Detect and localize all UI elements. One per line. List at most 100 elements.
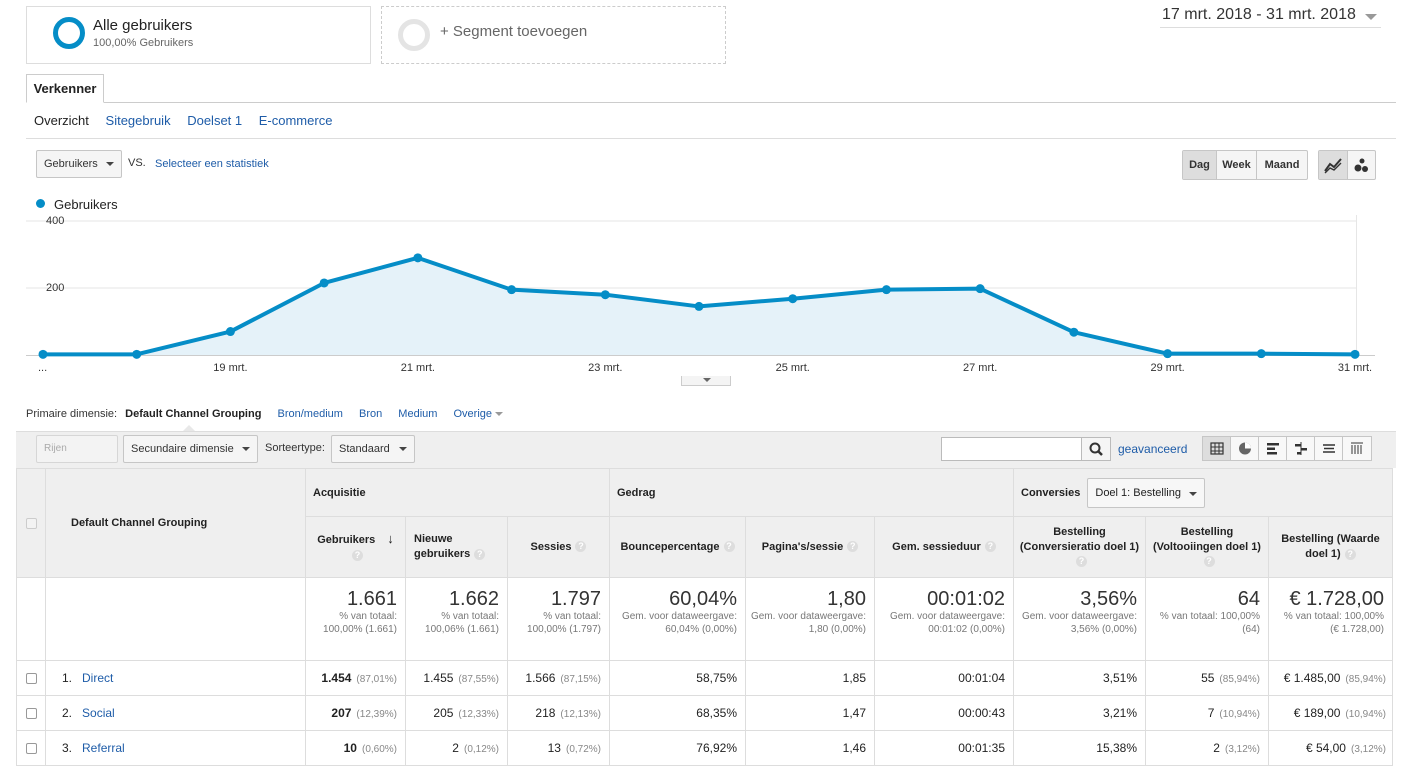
- chevron-down-icon: [703, 378, 711, 382]
- total-bounce: 60,04% Gem. voor dataweergave: 60,04% (0,…: [609, 577, 746, 661]
- help-icon[interactable]: ?: [723, 541, 735, 553]
- data-point: [1350, 349, 1360, 359]
- col-conv-rate[interactable]: Bestelling (Conversieratio doel 1)?: [1013, 516, 1146, 578]
- row-sessions-value: 13: [547, 741, 561, 755]
- select-metric-link[interactable]: Selecteer een statistiek: [155, 158, 269, 170]
- view-performance-button[interactable]: [1259, 437, 1287, 460]
- segment-ring-icon: [53, 17, 85, 49]
- segment-all-users[interactable]: Alle gebruikers 100,00% Gebruikers: [26, 6, 371, 64]
- view-data-button[interactable]: [1203, 437, 1231, 460]
- row-new-users-pct: (0,12%): [463, 744, 499, 755]
- row-users-pct: (87,01%): [356, 674, 397, 685]
- row-sessions: 1.566 (87,15%): [507, 660, 610, 696]
- row-bounce: 58,75%: [609, 660, 746, 696]
- total-completions-value: 64: [1237, 588, 1260, 610]
- pie-chart-icon: [1239, 442, 1251, 455]
- dimension-source[interactable]: Bron: [359, 408, 382, 420]
- row-completions-pct: (3,12%): [1224, 744, 1260, 755]
- help-icon[interactable]: ?: [575, 541, 587, 553]
- secondary-dimension-select[interactable]: Secundaire dimensie: [123, 435, 258, 463]
- help-icon[interactable]: ?: [847, 541, 859, 553]
- col-new-users[interactable]: Nieuwe gebruikers?: [405, 516, 508, 578]
- data-point: [225, 327, 235, 337]
- legend-label: Gebruikers: [54, 197, 118, 212]
- line-chart-button[interactable]: [1319, 151, 1348, 179]
- granularity-day-button[interactable]: Dag: [1183, 151, 1217, 179]
- col-users[interactable]: Gebruikers ↓?: [305, 516, 406, 578]
- row-pages: 1,85: [745, 660, 875, 696]
- chart-type-toggle: [1318, 150, 1376, 180]
- row-index: 2.: [62, 706, 73, 720]
- total-pages: 1,80 Gem. voor dataweergave: 1,80 (0,00%): [745, 577, 875, 661]
- search-button[interactable]: [1081, 437, 1111, 461]
- total-new-users: 1.662% van totaal: 100,06% (1.661): [405, 577, 508, 661]
- subtab-site-usage[interactable]: Sitegebruik: [106, 113, 171, 128]
- help-icon[interactable]: ?: [1076, 556, 1087, 568]
- collapse-chart-toggle[interactable]: [681, 376, 731, 386]
- x-tick-label: ...: [38, 362, 47, 374]
- metric-select[interactable]: Gebruikers: [36, 150, 122, 178]
- chevron-down-icon: [495, 412, 504, 417]
- row-index: 3.: [62, 741, 73, 755]
- select-all-checkbox[interactable]: [25, 517, 37, 529]
- subtab-goal-set-1[interactable]: Doelset 1: [187, 113, 242, 128]
- total-conv-rate: 3,56% Gem. voor dataweergave: 3,56% (0,00…: [1013, 577, 1146, 661]
- row-bounce: 68,35%: [609, 695, 746, 731]
- view-term-cloud-button[interactable]: [1315, 437, 1343, 460]
- help-icon[interactable]: ?: [1344, 548, 1356, 560]
- dimension-header[interactable]: Default Channel Grouping: [45, 468, 306, 578]
- y-tick-label: 200: [46, 282, 64, 294]
- col-pages[interactable]: Pagina's/sessie?: [745, 516, 875, 578]
- total-sessions-value: 1.797: [550, 588, 601, 610]
- col-users-label: Gebruikers: [317, 534, 376, 546]
- add-segment-button[interactable]: + Segment toevoegen: [381, 6, 726, 64]
- goal-select[interactable]: Doel 1: Bestelling: [1087, 477, 1206, 508]
- users-line-chart: 400 200... 19 mrt. 21 mrt. 23 mrt. 25 mrt. 27 …: [26, 215, 1375, 374]
- granularity-month-button[interactable]: Maand: [1257, 151, 1307, 179]
- col-completions[interactable]: Bestelling (Voltooiingen doel 1)?: [1145, 516, 1269, 578]
- total-completions: 64% van totaal: 100,00% (64): [1145, 577, 1269, 661]
- help-icon[interactable]: ?: [352, 549, 363, 561]
- granularity-week-button[interactable]: Week: [1217, 151, 1257, 179]
- dimension-default-channel-grouping[interactable]: Default Channel Grouping: [125, 408, 261, 420]
- table-search-input[interactable]: [941, 437, 1082, 461]
- total-sessions: 1.797% van totaal: 100,00% (1.797): [507, 577, 610, 661]
- advanced-filter-link[interactable]: geavanceerd: [1118, 442, 1187, 456]
- row-checkbox[interactable]: [25, 743, 37, 755]
- date-range-picker[interactable]: 17 mrt. 2018 - 31 mrt. 2018: [1160, 6, 1381, 28]
- row-dimension-link[interactable]: Direct: [82, 671, 113, 685]
- row-new-users-pct: (12,33%): [458, 709, 499, 720]
- col-value[interactable]: Bestelling (Waarde doel 1)?: [1268, 516, 1393, 578]
- row-checkbox[interactable]: [25, 708, 37, 720]
- dimension-medium[interactable]: Medium: [398, 408, 437, 420]
- row-checkbox[interactable]: [25, 673, 37, 685]
- view-comparison-button[interactable]: [1287, 437, 1315, 460]
- show-rows-button[interactable]: Rijen weergeven: [36, 435, 118, 480]
- total-duration: 00:01:02 Gem. voor dataweergave: 00:01:02…: [874, 577, 1014, 661]
- row-users: 10 (0,60%): [305, 730, 406, 766]
- chevron-down-icon: [1189, 491, 1198, 496]
- row-dimension-link[interactable]: Social: [82, 706, 115, 720]
- subtab-ecommerce[interactable]: E-commerce: [259, 113, 333, 128]
- dimension-other[interactable]: Overige: [453, 408, 516, 420]
- sort-type-select[interactable]: Standaard: [331, 435, 415, 463]
- chevron-down-icon: [106, 162, 114, 166]
- tab-explorer[interactable]: Verkenner: [26, 74, 104, 103]
- view-pivot-button[interactable]: [1343, 437, 1371, 460]
- motion-chart-button[interactable]: [1348, 151, 1376, 179]
- totals-checkbox-cell: [16, 577, 46, 661]
- total-pages-value: 1,80: [827, 588, 866, 610]
- row-sessions: 13 (0,72%): [507, 730, 610, 766]
- x-tick-label: 31 mrt.: [1338, 362, 1372, 374]
- subtab-overview[interactable]: Overzicht: [34, 113, 89, 128]
- help-icon[interactable]: ?: [474, 548, 486, 560]
- view-percentage-button[interactable]: [1231, 437, 1259, 460]
- help-icon[interactable]: ?: [1203, 556, 1215, 568]
- col-duration[interactable]: Gem. sessieduur?: [874, 516, 1014, 578]
- col-sessions[interactable]: Sessies?: [507, 516, 610, 578]
- goal-select-label: Doel 1: Bestelling: [1095, 486, 1181, 499]
- help-icon[interactable]: ?: [984, 541, 996, 553]
- row-dimension-link[interactable]: Referral: [82, 741, 125, 755]
- col-bounce[interactable]: Bouncepercentage?: [609, 516, 746, 578]
- dimension-source-medium[interactable]: Bron/medium: [278, 408, 343, 420]
